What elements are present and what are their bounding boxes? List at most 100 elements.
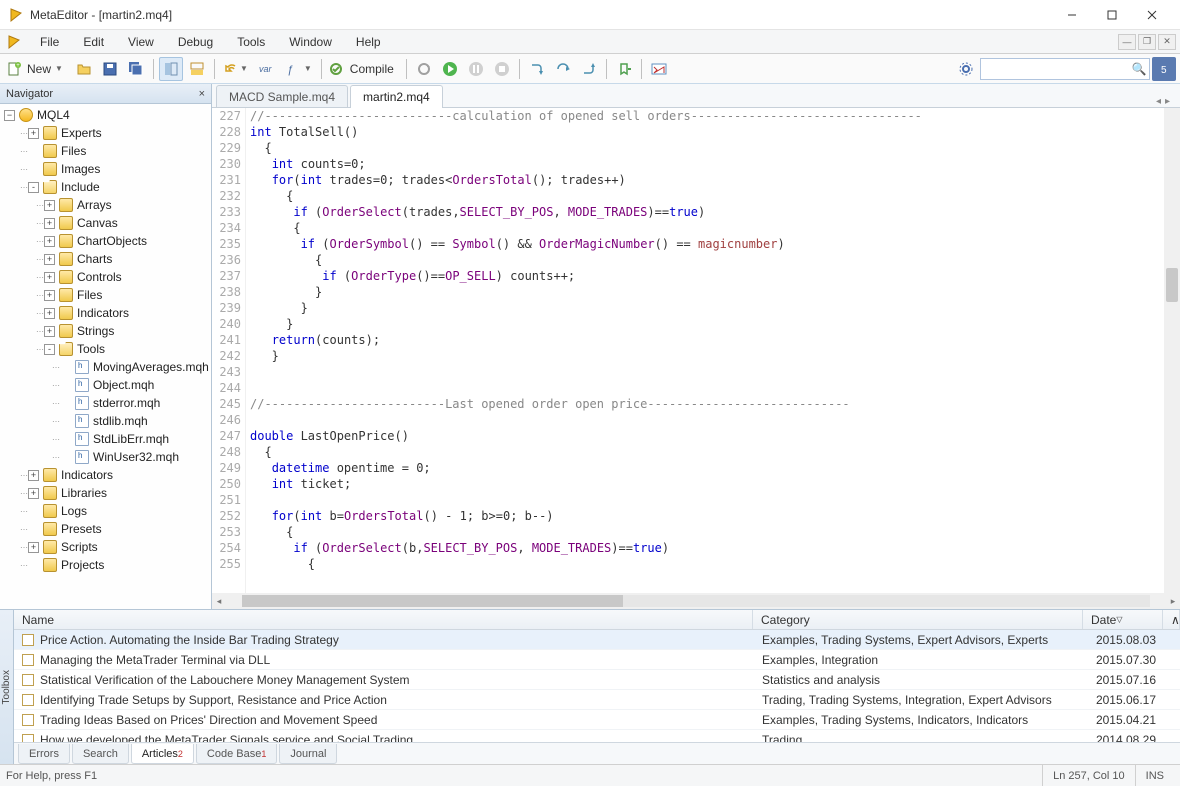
nav-item[interactable]: ⋯+Canvas bbox=[0, 214, 211, 232]
toolbox-toggle-button[interactable] bbox=[185, 57, 209, 81]
col-name[interactable]: Name bbox=[14, 610, 753, 629]
svg-text:5: 5 bbox=[1161, 65, 1167, 76]
article-row[interactable]: Price Action. Automating the Inside Bar … bbox=[14, 630, 1180, 650]
nav-item[interactable]: ⋯.stderror.mqh bbox=[0, 394, 211, 412]
terminal-button[interactable] bbox=[647, 57, 671, 81]
grid-scroll-up[interactable]: ∧ bbox=[1163, 610, 1180, 629]
search-icon[interactable]: 🔍 bbox=[1129, 62, 1149, 76]
pause-button[interactable] bbox=[464, 57, 488, 81]
menu-file[interactable]: File bbox=[28, 30, 71, 53]
article-row[interactable]: Statistical Verification of the Labouche… bbox=[14, 670, 1180, 690]
navigator-close-button[interactable]: × bbox=[199, 88, 205, 100]
nav-item[interactable]: ⋯.WinUser32.mqh bbox=[0, 448, 211, 466]
editor-tab-0[interactable]: MACD Sample.mq4 bbox=[216, 85, 348, 107]
nav-item[interactable]: ⋯+ChartObjects bbox=[0, 232, 211, 250]
tab-scroll-right[interactable]: ▸ bbox=[1165, 96, 1170, 107]
stop-button[interactable] bbox=[490, 57, 514, 81]
save-icon bbox=[102, 61, 118, 77]
function-button[interactable]: ƒ ▼ bbox=[282, 57, 316, 81]
nav-root[interactable]: −MQL4 bbox=[0, 106, 211, 124]
menu-view[interactable]: View bbox=[116, 30, 166, 53]
nav-item[interactable]: ⋯+Files bbox=[0, 286, 211, 304]
play-button[interactable] bbox=[438, 57, 462, 81]
navigator-toggle-button[interactable] bbox=[159, 57, 183, 81]
nav-item[interactable]: ⋯+Experts bbox=[0, 124, 211, 142]
nav-item[interactable]: ⋯.Presets bbox=[0, 520, 211, 538]
document-icon bbox=[22, 674, 34, 686]
nav-item[interactable]: ⋯.StdLibErr.mqh bbox=[0, 430, 211, 448]
article-row[interactable]: Trading Ideas Based on Prices' Direction… bbox=[14, 710, 1180, 730]
nav-item[interactable]: ⋯.stdlib.mqh bbox=[0, 412, 211, 430]
toolbox-tab-articles[interactable]: Articles2 bbox=[131, 744, 194, 764]
article-row[interactable]: How we developed the MetaTrader Signals … bbox=[14, 730, 1180, 742]
article-row[interactable]: Identifying Trade Setups by Support, Res… bbox=[14, 690, 1180, 710]
horizontal-scrollbar[interactable]: ◂▸ bbox=[212, 593, 1180, 609]
menu-edit[interactable]: Edit bbox=[71, 30, 116, 53]
maximize-button[interactable] bbox=[1092, 1, 1132, 29]
code-editor[interactable]: //--------------------------calculation … bbox=[246, 108, 1180, 593]
nav-item[interactable]: ⋯+Indicators bbox=[0, 304, 211, 322]
search-box[interactable]: 🔍 bbox=[980, 58, 1150, 80]
nav-item[interactable]: ⋯+Charts bbox=[0, 250, 211, 268]
save-all-icon bbox=[128, 61, 144, 77]
nav-item[interactable]: ⋯.Files bbox=[0, 142, 211, 160]
vertical-scrollbar[interactable] bbox=[1164, 108, 1180, 593]
settings-button[interactable] bbox=[954, 57, 978, 81]
step-over-button[interactable] bbox=[551, 57, 575, 81]
save-all-button[interactable] bbox=[124, 57, 148, 81]
toolbox-side-tab[interactable]: Toolbox bbox=[0, 610, 14, 764]
nav-item[interactable]: ⋯.Logs bbox=[0, 502, 211, 520]
nav-item[interactable]: ⋯.MovingAverages.mqh bbox=[0, 358, 211, 376]
mdi-close-button[interactable]: ✕ bbox=[1158, 34, 1176, 50]
compile-button[interactable]: Compile bbox=[327, 57, 401, 81]
nav-item[interactable]: ⋯+Indicators bbox=[0, 466, 211, 484]
save-button[interactable] bbox=[98, 57, 122, 81]
mdi-minimize-button[interactable]: — bbox=[1118, 34, 1136, 50]
function-icon: ƒ bbox=[286, 62, 304, 76]
undo-button[interactable]: ▼ bbox=[220, 57, 252, 81]
nav-item[interactable]: ⋯-Include bbox=[0, 178, 211, 196]
toolbox-panel: Toolbox Name Category Date ▽ ∧ Price Act… bbox=[0, 609, 1180, 764]
open-button[interactable] bbox=[72, 57, 96, 81]
nav-item[interactable]: ⋯-Tools bbox=[0, 340, 211, 358]
search-input[interactable] bbox=[981, 62, 1129, 76]
svg-text:+: + bbox=[16, 63, 20, 69]
attach-button[interactable] bbox=[612, 57, 636, 81]
new-button[interactable]: + New ▼ bbox=[4, 57, 70, 81]
close-button[interactable] bbox=[1132, 1, 1172, 29]
nav-item[interactable]: ⋯+Scripts bbox=[0, 538, 211, 556]
menubar: File Edit View Debug Tools Window Help —… bbox=[0, 30, 1180, 54]
nav-item[interactable]: ⋯.Projects bbox=[0, 556, 211, 574]
toolbox-tab-code-base[interactable]: Code Base1 bbox=[196, 744, 277, 764]
editor-area: MACD Sample.mq4 martin2.mq4 ◂ ▸ 227 228 … bbox=[212, 84, 1180, 609]
mdi-restore-button[interactable]: ❐ bbox=[1138, 34, 1156, 50]
toolbox-tab-errors[interactable]: Errors bbox=[18, 744, 70, 764]
articles-grid[interactable]: Name Category Date ▽ ∧ Price Action. Aut… bbox=[14, 610, 1180, 742]
navigator-tree[interactable]: −MQL4⋯+Experts⋯.Files⋯.Images⋯-Include⋯+… bbox=[0, 104, 211, 609]
tab-scroll-left[interactable]: ◂ bbox=[1156, 96, 1161, 107]
step-into-button[interactable] bbox=[525, 57, 549, 81]
step-out-button[interactable] bbox=[577, 57, 601, 81]
menu-tools[interactable]: Tools bbox=[225, 30, 277, 53]
menu-window[interactable]: Window bbox=[277, 30, 344, 53]
editor-tab-1[interactable]: martin2.mq4 bbox=[350, 85, 443, 108]
community-button[interactable]: 5 bbox=[1152, 57, 1176, 81]
toolbox-tab-search[interactable]: Search bbox=[72, 744, 129, 764]
minimize-button[interactable] bbox=[1052, 1, 1092, 29]
col-category[interactable]: Category bbox=[753, 610, 1083, 629]
col-date[interactable]: Date ▽ bbox=[1083, 610, 1163, 629]
restart-button[interactable] bbox=[412, 57, 436, 81]
nav-item[interactable]: ⋯.Object.mqh bbox=[0, 376, 211, 394]
var-button[interactable]: var bbox=[254, 57, 280, 81]
app-menu-icon[interactable] bbox=[0, 30, 28, 53]
nav-item[interactable]: ⋯+Arrays bbox=[0, 196, 211, 214]
toolbox-tab-journal[interactable]: Journal bbox=[279, 744, 337, 764]
article-row[interactable]: Managing the MetaTrader Terminal via DLL… bbox=[14, 650, 1180, 670]
nav-item[interactable]: ⋯+Controls bbox=[0, 268, 211, 286]
nav-item[interactable]: ⋯+Libraries bbox=[0, 484, 211, 502]
navigator-header: Navigator × bbox=[0, 84, 211, 104]
menu-help[interactable]: Help bbox=[344, 30, 393, 53]
nav-item[interactable]: ⋯.Images bbox=[0, 160, 211, 178]
nav-item[interactable]: ⋯+Strings bbox=[0, 322, 211, 340]
menu-debug[interactable]: Debug bbox=[166, 30, 225, 53]
